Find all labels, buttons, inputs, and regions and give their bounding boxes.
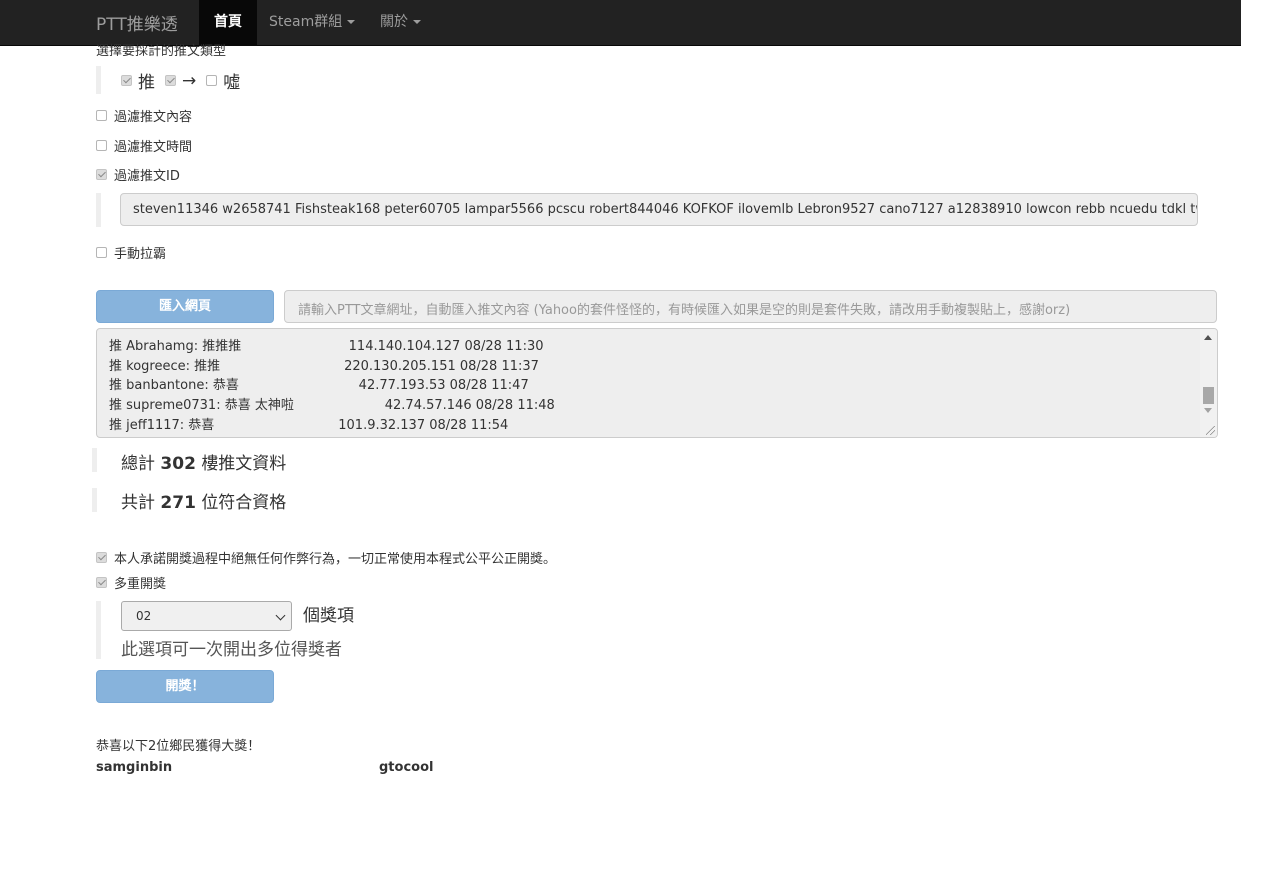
multi-draw-checkbox[interactable] (96, 577, 107, 588)
total-suffix: 樓推文資料 (201, 454, 287, 474)
results-title: 恭喜以下2位鄉民獲得大獎！ (96, 739, 261, 754)
filter-time-option: 過濾推文時間 (96, 136, 192, 155)
comment-line: 推 banbantone: 恭喜 42.77.193.53 08/28 11:4… (109, 378, 529, 393)
pledge-option: 本人承諾開獎過程中絕無任何作弊行為，一切正常使用本程式公平公正開獎。 (96, 548, 556, 567)
comment-line: 推 supreme0731: 恭喜 太神啦 42.74.57.146 08/28… (109, 398, 555, 413)
brand-link[interactable]: PTT推樂透 (96, 10, 178, 35)
eligible-stat: 共計 271 位符合資格 (121, 488, 286, 513)
eligible-suffix: 位符合資格 (201, 493, 287, 513)
manual-option: 手動拉霸 (96, 243, 166, 262)
type-arrow-checkbox[interactable] (165, 75, 176, 86)
prize-count-value: 02 (136, 609, 152, 623)
manual-label: 手動拉霸 (114, 247, 167, 262)
type-heading: 選擇要採計的推文類型 (96, 44, 227, 59)
nav-about-dropdown[interactable]: 關於 (380, 0, 421, 46)
total-prefix: 總計 (121, 454, 155, 474)
indent-bar (96, 193, 101, 227)
nav-about-label: 關於 (380, 14, 408, 30)
filter-id-input[interactable]: steven11346 w2658741 Fishsteak168 peter6… (120, 193, 1198, 226)
type-boo-label: 噓 (223, 73, 241, 93)
filter-content-option: 過濾推文內容 (96, 106, 192, 125)
comment-line: 推 jeff1117: 恭喜 101.9.32.137 08/28 11:54 (109, 418, 509, 433)
comment-line: 推 kogreece: 推推 220.130.205.151 08/28 11:… (109, 359, 539, 374)
nav-steam-group-label: Steam群組 (269, 14, 343, 30)
prize-count-select[interactable]: 02 (121, 601, 292, 631)
filter-id-option: 過濾推文ID (96, 165, 180, 184)
scroll-thumb[interactable] (1203, 387, 1214, 404)
total-comments-stat: 總計 302 樓推文資料 (121, 449, 286, 474)
article-url-input[interactable]: 請輸入PTT文章網址，自動匯入推文內容 (Yahoo的套件怪怪的，有時候匯入如果… (284, 290, 1217, 323)
indent-bar (96, 66, 101, 94)
multi-draw-option: 多重開獎 (96, 573, 166, 592)
multi-draw-label: 多重開獎 (114, 577, 167, 592)
indent-bar (96, 601, 101, 659)
winner-name: samginbin (96, 760, 173, 775)
filter-content-label: 過濾推文內容 (114, 110, 193, 125)
multi-hint: 此選項可一次開出多位得獎者 (121, 640, 342, 660)
eligible-prefix: 共計 (121, 493, 155, 513)
type-boo-checkbox[interactable] (206, 75, 218, 86)
total-count: 302 (160, 454, 196, 474)
caret-down-icon (413, 20, 421, 24)
type-push-label: 推 (138, 73, 155, 93)
pledge-label: 本人承諾開獎過程中絕無任何作弊行為，一切正常使用本程式公平公正開獎。 (114, 552, 557, 567)
textarea-scrollbar[interactable] (1200, 329, 1217, 437)
indent-bar (92, 448, 97, 472)
caret-down-icon (347, 20, 356, 24)
comment-type-group: 推 → 噓 (121, 68, 250, 93)
filter-id-checkbox[interactable] (96, 169, 107, 180)
resize-grip-icon[interactable] (1206, 426, 1215, 435)
type-arrow-label: → (182, 70, 197, 91)
pledge-checkbox[interactable] (96, 552, 107, 563)
scroll-down-icon[interactable] (1204, 408, 1212, 413)
comments-textarea[interactable]: 推 Abrahamg: 推推推 114.140.104.127 08/28 11… (96, 328, 1218, 438)
type-push-checkbox[interactable] (121, 75, 132, 86)
chevron-down-icon (275, 610, 286, 621)
filter-id-label: 過濾推文ID (114, 169, 180, 184)
prize-unit-label: 個獎項 (303, 606, 354, 626)
filter-time-label: 過濾推文時間 (114, 140, 193, 155)
filter-time-checkbox[interactable] (96, 140, 107, 151)
filter-content-checkbox[interactable] (96, 110, 107, 121)
comment-line: 推 Abrahamg: 推推推 114.140.104.127 08/28 11… (109, 339, 544, 354)
manual-checkbox[interactable] (96, 247, 107, 258)
scroll-up-icon[interactable] (1204, 335, 1212, 340)
eligible-count: 271 (160, 493, 196, 513)
nav-steam-group-dropdown[interactable]: Steam群組 (269, 0, 356, 46)
import-page-button[interactable]: 匯入網頁 (96, 290, 274, 323)
indent-bar (92, 488, 97, 512)
winner-name: gtocool (379, 760, 434, 775)
draw-button[interactable]: 開獎！ (96, 670, 274, 703)
